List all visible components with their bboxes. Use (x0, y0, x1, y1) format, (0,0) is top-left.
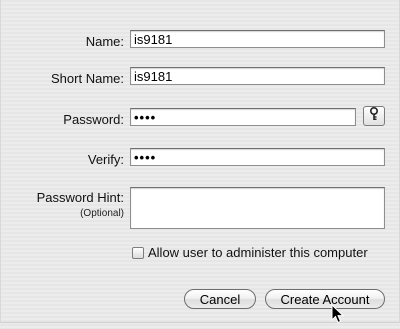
admin-checkbox[interactable] (132, 247, 144, 259)
password-hint-label: Password Hint: (36, 190, 124, 205)
password-field[interactable]: •••• (130, 108, 356, 126)
admin-checkbox-label[interactable]: Allow user to administer this computer (148, 245, 368, 260)
key-icon (369, 106, 379, 126)
password-label: Password: (63, 112, 124, 127)
verify-label: Verify: (87, 152, 124, 167)
short-name-label: Short Name: (51, 71, 124, 86)
verify-field[interactable]: •••• (130, 148, 385, 166)
password-hint-field[interactable] (130, 187, 385, 229)
password-assistant-button[interactable] (363, 106, 385, 126)
short-name-field[interactable]: is9181 (130, 67, 385, 85)
name-label: Name: (85, 34, 124, 49)
password-hint-optional-label: (Optional) (80, 208, 124, 219)
name-field[interactable]: is9181 (130, 30, 385, 48)
cancel-button[interactable]: Cancel (184, 289, 256, 309)
create-account-button[interactable]: Create Account (265, 289, 385, 309)
pointer-arrow-icon (331, 303, 345, 329)
